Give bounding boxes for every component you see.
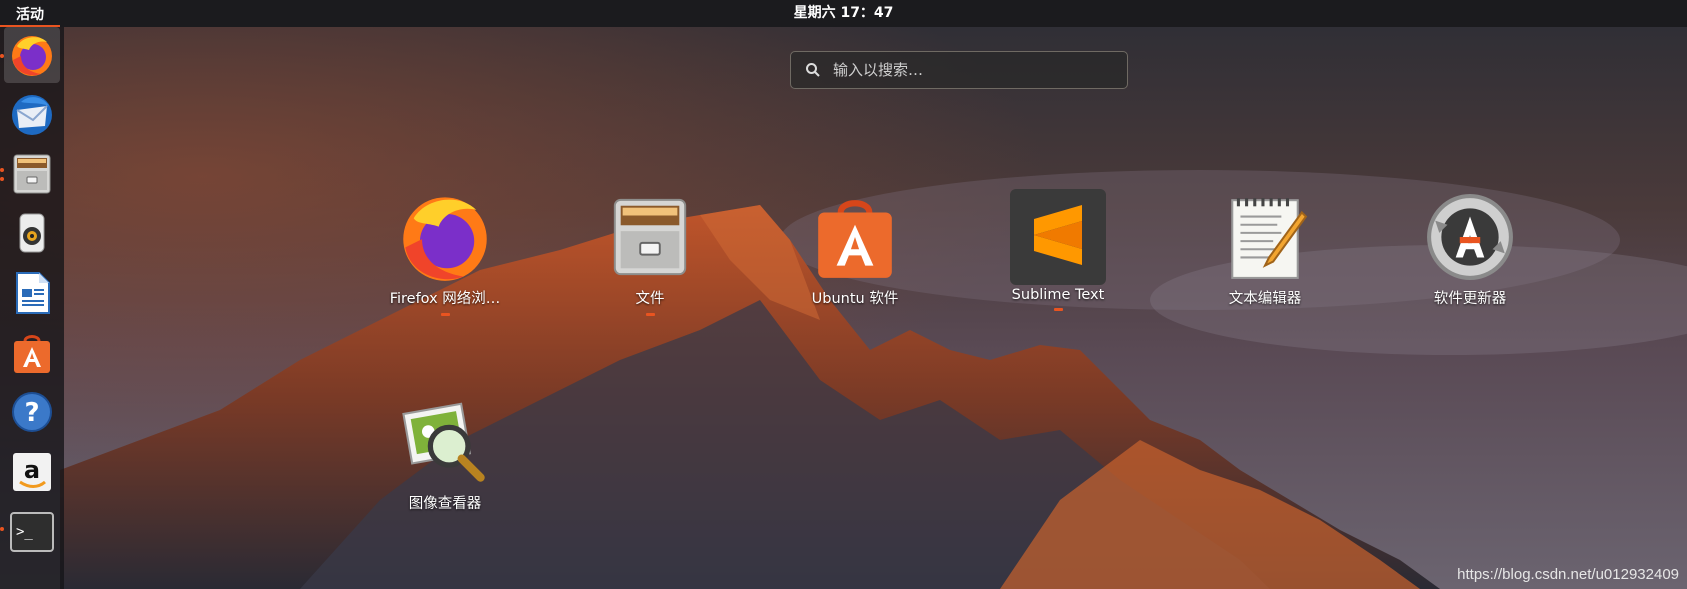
- search-input[interactable]: [831, 60, 1115, 80]
- rhythmbox-icon: [19, 213, 45, 253]
- sublime-text-icon: [1010, 189, 1106, 285]
- search-icon: [806, 63, 820, 77]
- running-indicator: [645, 313, 655, 316]
- dock-item-thunderbird[interactable]: [4, 87, 60, 143]
- svg-text:?: ?: [24, 398, 39, 428]
- dock-item-rhythmbox[interactable]: [4, 205, 60, 261]
- firefox-icon: [12, 36, 52, 76]
- dock-item-firefox[interactable]: [4, 27, 60, 83]
- search-bar[interactable]: [790, 51, 1128, 89]
- svg-text:a: a: [24, 456, 40, 484]
- terminal-icon: >_: [10, 512, 54, 552]
- files-icon: [13, 154, 51, 194]
- svg-text:>_: >_: [16, 524, 33, 540]
- text-editor-icon: [1231, 198, 1308, 279]
- dock-item-writer[interactable]: [4, 265, 60, 321]
- dock-item-files[interactable]: [4, 146, 60, 202]
- dock: ? a >_: [0, 27, 64, 589]
- amazon-icon: a: [13, 453, 51, 491]
- running-indicator: [440, 313, 450, 316]
- dock-item-ubuntu-software[interactable]: [4, 325, 60, 381]
- app-label: 文本编辑器: [1228, 291, 1302, 307]
- app-image-viewer[interactable]: 图像查看器: [365, 392, 525, 513]
- app-ubuntu-software[interactable]: Ubuntu 软件: [775, 187, 935, 308]
- app-label: 文件: [635, 291, 665, 307]
- running-indicator: [1053, 308, 1063, 311]
- dock-item-terminal[interactable]: >_: [4, 504, 60, 560]
- top-bar: 活动 星期六 17：47: [0, 0, 1687, 27]
- app-software-updater[interactable]: 软件更新器: [1390, 187, 1550, 308]
- image-viewer-icon: [402, 402, 485, 482]
- watermark-url: https://blog.csdn.net/u012932409: [1457, 566, 1679, 583]
- app-label: Sublime Text: [1011, 287, 1105, 303]
- clock[interactable]: 星期六 17：47: [0, 0, 1687, 27]
- app-firefox[interactable]: Firefox 网络浏…: [365, 187, 525, 316]
- app-label: 软件更新器: [1433, 291, 1507, 307]
- writer-icon: [16, 272, 50, 314]
- firefox-icon: [403, 197, 487, 281]
- app-sublime-text[interactable]: Sublime Text: [978, 187, 1138, 311]
- dock-item-help[interactable]: ?: [4, 384, 60, 440]
- software-updater-icon: [1427, 194, 1513, 280]
- app-label: 图像查看器: [408, 496, 482, 512]
- dock-item-amazon[interactable]: a: [4, 444, 60, 500]
- software-icon: [818, 200, 892, 278]
- help-icon: ?: [12, 392, 52, 432]
- app-text-editor[interactable]: 文本编辑器: [1185, 187, 1345, 308]
- thunderbird-icon: [12, 95, 52, 135]
- files-icon: [613, 198, 687, 276]
- app-label: Ubuntu 软件: [811, 291, 899, 307]
- app-files[interactable]: 文件: [570, 187, 730, 316]
- software-icon: [14, 335, 50, 373]
- app-label: Firefox 网络浏…: [389, 291, 501, 307]
